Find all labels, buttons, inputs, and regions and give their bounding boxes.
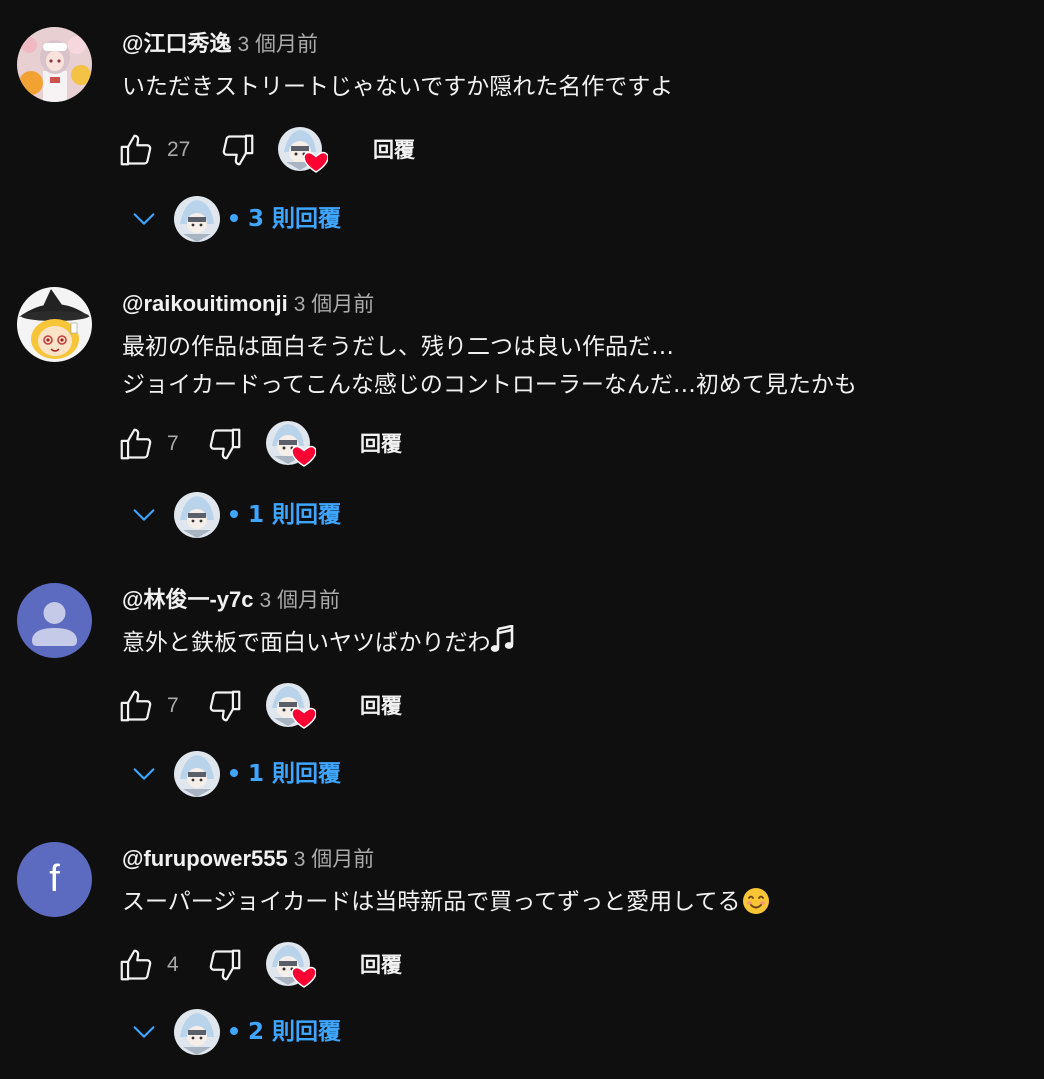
comment-line-text: スーパージョイカードは当時新品で買ってずっと愛用してる bbox=[122, 889, 741, 915]
thumbs-up-icon bbox=[120, 690, 152, 722]
like-button[interactable] bbox=[116, 126, 156, 174]
like-button[interactable] bbox=[116, 941, 156, 989]
creator-avatar-icon bbox=[174, 1009, 220, 1055]
like-count: 4 bbox=[167, 953, 179, 976]
chevron-down-icon bbox=[126, 749, 162, 799]
thumbs-up-icon bbox=[120, 428, 152, 460]
creator-avatar bbox=[174, 751, 220, 797]
creator-avatar-heart-icon bbox=[266, 421, 317, 467]
comment-thread: @江口秀逸 3 個月前 いただきストリートじゃないですか隠れた名作ですよ 27 bbox=[0, 0, 1044, 258]
commenter-handle[interactable]: @raikouitimonji bbox=[122, 291, 288, 316]
reply-button[interactable]: 回覆 bbox=[360, 682, 402, 730]
comment-actions: 27 回覆 bbox=[116, 126, 516, 174]
comment-thread: @raikouitimonji 3 個月前 最初の作品は面白そうだし、残り二つは良… bbox=[0, 260, 1044, 538]
separator-dot bbox=[230, 769, 238, 777]
replies-count-label: 1 則回覆 bbox=[248, 502, 342, 528]
creator-avatar-heart-icon bbox=[266, 942, 317, 988]
default-person-avatar-icon bbox=[17, 583, 92, 658]
separator-dot bbox=[230, 1027, 238, 1035]
commenter-handle[interactable]: @江口秀逸 bbox=[122, 31, 231, 56]
comment-actions: 7 回覆 bbox=[116, 682, 516, 730]
dislike-button[interactable] bbox=[218, 126, 258, 174]
comment-time[interactable]: 3 個月前 bbox=[294, 848, 375, 871]
comment-line: いただきストリートじゃないですか隠れた名作ですよ bbox=[122, 74, 674, 100]
anime-girl-avatar-icon bbox=[17, 27, 92, 102]
creator-avatar-icon bbox=[174, 492, 220, 538]
comment-time[interactable]: 3 個月前 bbox=[294, 293, 375, 316]
chevron-down-icon bbox=[126, 490, 162, 540]
view-replies-button[interactable]: 2 則回覆 bbox=[126, 1007, 526, 1057]
comment-time[interactable]: 3 個月前 bbox=[260, 589, 341, 612]
comment-time[interactable]: 3 個月前 bbox=[237, 33, 318, 56]
commenter-handle[interactable]: @林俊一-y7c bbox=[122, 587, 254, 612]
avatar-letter: f bbox=[49, 858, 60, 900]
creator-avatar-heart-icon bbox=[266, 683, 317, 729]
reply-button[interactable]: 回覆 bbox=[373, 126, 415, 174]
commenter-avatar[interactable] bbox=[17, 583, 92, 658]
creator-avatar bbox=[174, 492, 220, 538]
replies-count-label: 3 則回覆 bbox=[248, 206, 342, 232]
replies-count-label: 2 則回覆 bbox=[248, 1019, 342, 1045]
comment-meta: @林俊一-y7c 3 個月前 bbox=[122, 584, 340, 616]
separator-dot bbox=[230, 214, 238, 222]
thumbs-up-icon bbox=[120, 134, 152, 166]
view-replies-button[interactable]: 3 則回覆 bbox=[126, 194, 526, 244]
comment-text: いただきストリートじゃないですか隠れた名作ですよ bbox=[122, 68, 1002, 106]
dislike-button[interactable] bbox=[205, 420, 245, 468]
creator-avatar bbox=[174, 1009, 220, 1055]
dislike-button[interactable] bbox=[205, 941, 245, 989]
commenter-handle[interactable]: @furupower555 bbox=[122, 846, 288, 871]
like-button[interactable] bbox=[116, 420, 156, 468]
comment-meta: @raikouitimonji 3 個月前 bbox=[122, 288, 374, 320]
like-count: 7 bbox=[167, 694, 179, 717]
replies-count-label: 1 則回覆 bbox=[248, 761, 342, 787]
thumbs-down-icon bbox=[209, 690, 241, 722]
musical-note-emoji-icon bbox=[490, 624, 516, 655]
comment-actions: 4 回覆 bbox=[116, 941, 516, 989]
comment-thread: f @furupower555 3 個月前 スーパージョイカードは当時新品で買って… bbox=[0, 815, 1044, 1073]
comment-line: ジョイカードってこんな感じのコントローラーなんだ…初めて見たかも bbox=[122, 372, 857, 398]
like-button[interactable] bbox=[116, 682, 156, 730]
yukkuri-marisa-avatar-icon bbox=[17, 287, 92, 362]
comment-meta: @江口秀逸 3 個月前 bbox=[122, 28, 318, 60]
comment-line: スーパージョイカードは当時新品で買ってずっと愛用してる bbox=[122, 883, 1002, 921]
comment-line-text: 意外と鉄板で面白いヤツばかりだわ bbox=[122, 630, 491, 656]
comment-thread: @林俊一-y7c 3 個月前 意外と鉄板で面白いヤツばかりだわ 7 回覆 1 則… bbox=[0, 556, 1044, 814]
creator-heart-badge bbox=[264, 941, 317, 989]
separator-dot bbox=[230, 510, 238, 518]
creator-avatar-icon bbox=[174, 751, 220, 797]
like-count: 7 bbox=[167, 432, 179, 455]
chevron-down-icon bbox=[126, 1007, 162, 1057]
comment-text: 意外と鉄板で面白いヤツばかりだわ bbox=[122, 624, 1002, 662]
thumbs-up-icon bbox=[120, 949, 152, 981]
dislike-button[interactable] bbox=[205, 682, 245, 730]
comment-text: スーパージョイカードは当時新品で買ってずっと愛用してる bbox=[122, 883, 1002, 921]
reply-button[interactable]: 回覆 bbox=[360, 420, 402, 468]
smiling-face-emoji-icon bbox=[742, 887, 770, 915]
creator-avatar bbox=[174, 196, 220, 242]
chevron-down-icon bbox=[126, 194, 162, 244]
creator-heart-badge bbox=[276, 126, 329, 174]
creator-avatar-heart-icon bbox=[278, 127, 329, 173]
thumbs-down-icon bbox=[209, 949, 241, 981]
thumbs-down-icon bbox=[209, 428, 241, 460]
thumbs-down-icon bbox=[222, 134, 254, 166]
commenter-avatar[interactable] bbox=[17, 27, 92, 102]
comment-meta: @furupower555 3 個月前 bbox=[122, 843, 374, 875]
reply-button[interactable]: 回覆 bbox=[360, 941, 402, 989]
comment-text: 最初の作品は面白そうだし、残り二つは良い作品だ… ジョイカードってこんな感じのコ… bbox=[122, 328, 1002, 404]
commenter-avatar[interactable]: f bbox=[17, 842, 92, 917]
view-replies-button[interactable]: 1 則回覆 bbox=[126, 749, 526, 799]
comment-actions: 7 回覆 bbox=[116, 420, 516, 468]
view-replies-button[interactable]: 1 則回覆 bbox=[126, 490, 526, 540]
comment-line: 意外と鉄板で面白いヤツばかりだわ bbox=[122, 624, 1002, 662]
like-count: 27 bbox=[167, 138, 191, 161]
comment-line: 最初の作品は面白そうだし、残り二つは良い作品だ… bbox=[122, 334, 674, 360]
creator-heart-badge bbox=[264, 682, 317, 730]
commenter-avatar[interactable] bbox=[17, 287, 92, 362]
creator-heart-badge bbox=[264, 420, 317, 468]
creator-avatar-icon bbox=[174, 196, 220, 242]
